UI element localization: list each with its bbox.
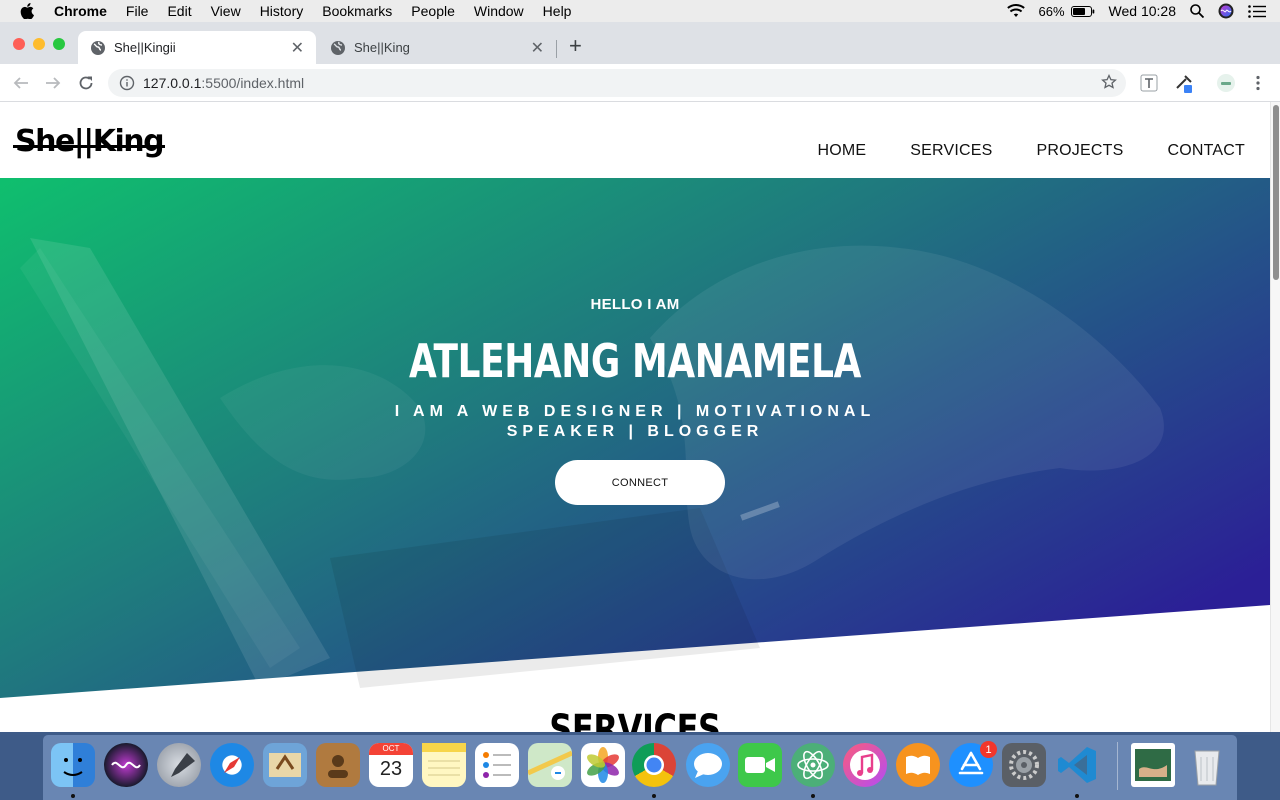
hero-tagline: I AM A WEB DESIGNER | MOTIVATIONAL SPEAK… bbox=[394, 403, 876, 440]
apple-menu-icon[interactable] bbox=[20, 3, 40, 19]
address-bar[interactable]: 127.0.0.1:5500/index.html bbox=[108, 69, 1126, 97]
menu-file[interactable]: File bbox=[126, 3, 149, 19]
hero-background bbox=[0, 178, 1270, 698]
menu-help[interactable]: Help bbox=[543, 3, 572, 19]
web-page: HELLO I AM ATLEHANG MANAMELA I AM A WEB … bbox=[0, 102, 1270, 732]
eyedropper-extension-icon[interactable] bbox=[1174, 73, 1194, 93]
page-scrollbar[interactable] bbox=[1270, 102, 1280, 732]
tab-strip: She||Kingii ✕ She||King ✕ + bbox=[0, 22, 1280, 64]
launchpad-icon[interactable] bbox=[157, 743, 201, 787]
url-host: 127.0.0.1 bbox=[143, 75, 202, 91]
bookmark-star-icon[interactable] bbox=[1101, 73, 1117, 93]
browser-toolbar: 127.0.0.1:5500/index.html bbox=[0, 64, 1280, 102]
new-tab-icon[interactable]: + bbox=[569, 35, 582, 57]
mail-icon[interactable] bbox=[263, 743, 307, 787]
hero-section: HELLO I AM ATLEHANG MANAMELA I AM A WEB … bbox=[0, 178, 1270, 708]
preview-icon[interactable] bbox=[1131, 743, 1175, 787]
clock[interactable]: Wed 10:28 bbox=[1109, 3, 1176, 19]
hero-greeting: HELLO I AM bbox=[590, 296, 680, 313]
menu-bar: Chrome File Edit View History Bookmarks … bbox=[0, 0, 1280, 22]
running-indicator bbox=[71, 794, 75, 798]
messages-icon[interactable] bbox=[686, 743, 730, 787]
menu-people[interactable]: People bbox=[411, 3, 455, 19]
calendar-icon[interactable]: OCT 23 bbox=[369, 743, 413, 787]
dock-divider bbox=[1117, 742, 1118, 790]
tab-active[interactable]: She||Kingii ✕ bbox=[78, 31, 316, 64]
maps-icon[interactable] bbox=[526, 743, 574, 787]
running-indicator bbox=[811, 794, 815, 798]
battery-percent: 66% bbox=[1038, 3, 1065, 19]
nav-projects[interactable]: PROJECTS bbox=[1037, 142, 1124, 160]
running-indicator bbox=[1075, 794, 1079, 798]
globe-icon bbox=[90, 40, 106, 56]
nav-home[interactable]: HOME bbox=[817, 142, 866, 160]
logo-text: She||King bbox=[15, 124, 165, 159]
siri-icon[interactable] bbox=[1218, 3, 1234, 19]
scrollbar-thumb[interactable] bbox=[1273, 105, 1279, 280]
back-arrow-icon[interactable] bbox=[11, 73, 31, 93]
services-heading: SERVICES bbox=[549, 707, 721, 732]
menu-app-name[interactable]: Chrome bbox=[54, 3, 107, 19]
tab-title: She||King bbox=[354, 40, 410, 55]
more-options-icon[interactable] bbox=[1248, 73, 1268, 93]
close-tab-icon[interactable]: ✕ bbox=[531, 38, 544, 58]
safari-icon[interactable] bbox=[210, 743, 254, 787]
ibooks-icon[interactable] bbox=[896, 743, 940, 787]
profile-avatar-icon[interactable] bbox=[1216, 73, 1236, 93]
close-window-button[interactable] bbox=[13, 38, 25, 50]
close-tab-icon[interactable]: ✕ bbox=[291, 38, 304, 58]
calendar-day: 23 bbox=[379, 758, 403, 780]
menu-view[interactable]: View bbox=[211, 3, 241, 19]
site-header: She||King HOME SERVICES PROJECTS CONTACT bbox=[0, 102, 1270, 178]
chrome-icon[interactable] bbox=[632, 743, 676, 787]
reminders-icon[interactable] bbox=[475, 743, 519, 787]
finder-icon[interactable] bbox=[51, 743, 95, 787]
system-preferences-icon[interactable] bbox=[1002, 743, 1046, 787]
globe-icon bbox=[330, 40, 346, 56]
minimize-window-button[interactable] bbox=[33, 38, 45, 50]
atom-icon[interactable] bbox=[791, 743, 835, 787]
connect-button[interactable]: CONNECT bbox=[555, 460, 725, 505]
main-nav: HOME SERVICES PROJECTS CONTACT bbox=[773, 142, 1245, 160]
logo-strikethrough bbox=[13, 145, 166, 148]
app-store-badge: 1 bbox=[980, 741, 997, 758]
nav-contact[interactable]: CONTACT bbox=[1167, 142, 1245, 160]
photos-icon[interactable] bbox=[581, 743, 625, 787]
forward-arrow-icon[interactable] bbox=[43, 73, 63, 93]
trash-icon[interactable] bbox=[1185, 743, 1229, 787]
hero-name: ATLEHANG MANAMELA bbox=[408, 334, 862, 388]
contacts-icon[interactable] bbox=[316, 743, 360, 787]
tab-inactive[interactable]: She||King ✕ bbox=[318, 31, 556, 64]
menu-bookmarks[interactable]: Bookmarks bbox=[322, 3, 392, 19]
tab-title: She||Kingii bbox=[114, 40, 176, 55]
wifi-icon[interactable] bbox=[1006, 4, 1025, 18]
notification-center-icon[interactable] bbox=[1248, 4, 1266, 18]
facetime-icon[interactable] bbox=[738, 743, 782, 787]
battery-icon[interactable] bbox=[1070, 5, 1095, 17]
info-icon[interactable] bbox=[119, 75, 135, 91]
siri-icon[interactable] bbox=[104, 743, 148, 787]
url-path: :5500/index.html bbox=[201, 75, 305, 91]
vscode-icon[interactable] bbox=[1055, 743, 1099, 787]
menu-edit[interactable]: Edit bbox=[167, 3, 191, 19]
text-extension-icon[interactable] bbox=[1139, 73, 1159, 93]
site-logo[interactable]: She||King bbox=[13, 124, 166, 159]
spotlight-search-icon[interactable] bbox=[1190, 4, 1204, 18]
fullscreen-window-button[interactable] bbox=[53, 38, 65, 50]
notes-icon[interactable] bbox=[422, 743, 466, 787]
running-indicator bbox=[652, 794, 656, 798]
nav-services[interactable]: SERVICES bbox=[910, 142, 992, 160]
reload-icon[interactable] bbox=[76, 73, 96, 93]
menu-window[interactable]: Window bbox=[474, 3, 524, 19]
itunes-icon[interactable] bbox=[843, 743, 887, 787]
menu-history[interactable]: History bbox=[260, 3, 304, 19]
tab-divider bbox=[556, 40, 557, 58]
calendar-month: OCT bbox=[369, 743, 413, 755]
